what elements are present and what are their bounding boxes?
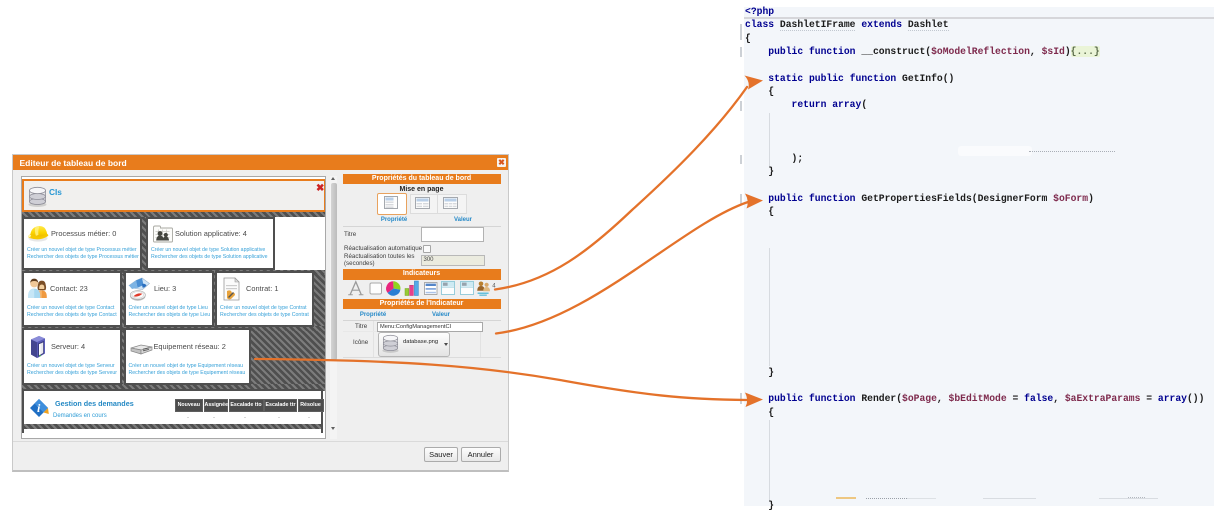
- svg-text:4: 4: [492, 284, 496, 290]
